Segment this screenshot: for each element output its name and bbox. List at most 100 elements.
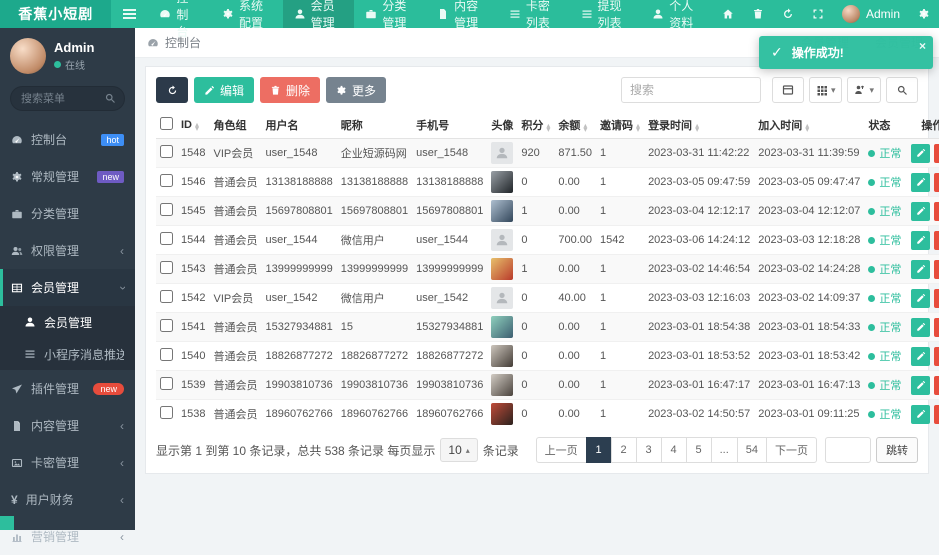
sidebar-item-card[interactable]: 卡密管理‹ — [0, 444, 135, 481]
edit-row-button[interactable] — [911, 173, 930, 192]
delete-row-button[interactable] — [934, 173, 939, 192]
sidebar-toggle-button[interactable] — [111, 0, 148, 28]
refresh-button[interactable] — [156, 77, 188, 103]
column-header-invite[interactable]: 邀请码▴▾ — [596, 112, 644, 139]
cell-invite: 1 — [596, 168, 644, 197]
topnav-item-profile[interactable]: 个人资料 — [641, 0, 713, 28]
delete-row-button[interactable] — [934, 289, 939, 308]
page-button-上一页[interactable]: 上一页 — [536, 437, 587, 463]
delete-row-button[interactable] — [934, 144, 939, 163]
topnav-item-card-list[interactable]: 卡密列表 — [498, 0, 570, 28]
sidebar-item-general[interactable]: 常规管理new — [0, 158, 135, 195]
delete-row-button[interactable] — [934, 347, 939, 366]
edit-row-button[interactable] — [911, 376, 930, 395]
select-all-checkbox[interactable] — [160, 117, 173, 130]
clear-cache-button[interactable] — [743, 0, 773, 28]
row-checkbox[interactable] — [160, 232, 173, 245]
sidebar-item-category[interactable]: 分类管理 — [0, 195, 135, 232]
row-checkbox[interactable] — [160, 406, 173, 419]
edit-button[interactable]: 编辑 — [194, 77, 254, 103]
home-button[interactable] — [713, 0, 743, 28]
cell-points: 1 — [517, 255, 554, 284]
page-button-2[interactable]: 2 — [611, 437, 637, 463]
page-jump-button[interactable]: 跳转 — [876, 437, 918, 463]
delete-row-button[interactable] — [934, 405, 939, 424]
sidebar-item-content[interactable]: 内容管理‹ — [0, 407, 135, 444]
topnav-item-dashboard[interactable]: 控制台 — [148, 0, 211, 28]
topnav-item-label: 分类管理 — [382, 0, 415, 31]
page-button-下一页[interactable]: 下一页 — [766, 437, 817, 463]
delete-button[interactable]: 删除 — [260, 77, 320, 103]
export-button[interactable]: ▾ — [847, 77, 881, 103]
admin-user-menu[interactable]: Admin — [833, 5, 909, 23]
cell-username: user_1544 — [261, 226, 336, 255]
delete-row-button[interactable] — [934, 318, 939, 337]
delete-row-button[interactable] — [934, 376, 939, 395]
row-checkbox[interactable] — [160, 145, 173, 158]
cell-username: 15697808801 — [261, 197, 336, 226]
check-update-button[interactable] — [773, 0, 803, 28]
settings-button[interactable] — [909, 0, 939, 28]
edit-row-button[interactable] — [911, 405, 930, 424]
edit-row-button[interactable] — [911, 231, 930, 250]
sidebar-item-addon[interactable]: 插件管理new — [0, 370, 135, 407]
edit-row-button[interactable] — [911, 347, 930, 366]
edit-row-button[interactable] — [911, 260, 930, 279]
sidebar-item-auth[interactable]: 权限管理‹ — [0, 232, 135, 269]
columns-button[interactable]: ▾ — [809, 77, 843, 103]
topnav-item-member-management[interactable]: 会员管理 — [283, 0, 355, 28]
page-button-5[interactable]: 5 — [686, 437, 712, 463]
delete-row-button[interactable] — [934, 260, 939, 279]
column-header-status: 状态 — [864, 112, 905, 139]
page-size-select[interactable]: 10▴ — [440, 438, 477, 462]
sidebar-user-panel[interactable]: Admin 在线 — [0, 28, 135, 82]
pencil-icon — [204, 85, 215, 96]
column-header-login_time[interactable]: 登录时间▴▾ — [644, 112, 754, 139]
topnav-item-system-config[interactable]: 系统配置 — [211, 0, 283, 28]
column-header-join_time[interactable]: 加入时间▴▾ — [754, 112, 864, 139]
sidebar-item-member[interactable]: 会员管理‹ — [0, 269, 135, 306]
edit-row-button[interactable] — [911, 144, 930, 163]
table-search-input[interactable] — [621, 77, 761, 103]
edit-row-button[interactable] — [911, 318, 930, 337]
row-checkbox[interactable] — [160, 319, 173, 332]
page-button-54[interactable]: 54 — [737, 437, 767, 463]
page-jump-input[interactable] — [825, 437, 871, 463]
cell-nickname: 微信用户 — [337, 284, 412, 313]
sidebar-item-dashboard[interactable]: 控制台hot — [0, 121, 135, 158]
column-header-balance[interactable]: 余额▴▾ — [554, 112, 596, 139]
delete-row-button[interactable] — [934, 231, 939, 250]
sidebar-subitem-member-list[interactable]: 会员管理 — [0, 306, 135, 338]
more-button[interactable]: 更多 — [326, 77, 386, 103]
page-button-3[interactable]: 3 — [636, 437, 662, 463]
page-button-1[interactable]: 1 — [586, 437, 612, 463]
column-header-id[interactable]: ID▴▾ — [177, 112, 209, 139]
search-toggle-button[interactable] — [886, 77, 918, 103]
record-summary: 显示第 1 到第 10 条记录，总共 538 条记录 每页显示 — [156, 442, 435, 459]
delete-row-button[interactable] — [934, 202, 939, 221]
edit-row-button[interactable] — [911, 289, 930, 308]
edit-row-button[interactable] — [911, 202, 930, 221]
layout-corner-toggle[interactable] — [0, 516, 14, 530]
cell-balance: 700.00 — [554, 226, 596, 255]
row-checkbox[interactable] — [160, 377, 173, 390]
row-checkbox[interactable] — [160, 290, 173, 303]
toast-close-icon[interactable]: × — [919, 39, 926, 53]
page-button-4[interactable]: 4 — [661, 437, 687, 463]
topnav-item-category-management[interactable]: 分类管理 — [354, 0, 426, 28]
sidebar-item-marketing[interactable]: 营销管理‹ — [0, 518, 135, 555]
row-checkbox[interactable] — [160, 174, 173, 187]
row-checkbox[interactable] — [160, 348, 173, 361]
sidebar-subitem-miniapp-push[interactable]: 小程序消息推送 — [0, 338, 135, 370]
topnav-item-content-management[interactable]: 内容管理 — [426, 0, 498, 28]
row-checkbox[interactable] — [160, 261, 173, 274]
cell-status: 正常 — [864, 197, 905, 226]
toggle-pagination-button[interactable] — [772, 77, 804, 103]
row-checkbox[interactable] — [160, 203, 173, 216]
column-header-points[interactable]: 积分▴▾ — [517, 112, 554, 139]
table-toolbar: 编辑 删除 更多 ▾ ▾ — [156, 77, 918, 103]
sidebar-item-finance[interactable]: ¥用户财务‹ — [0, 481, 135, 518]
table-row: 1539 普通会员 19903810736 19903810736 199038… — [156, 371, 939, 400]
fullscreen-button[interactable] — [803, 0, 833, 28]
topnav-item-withdraw-list[interactable]: 提现列表 — [570, 0, 642, 28]
